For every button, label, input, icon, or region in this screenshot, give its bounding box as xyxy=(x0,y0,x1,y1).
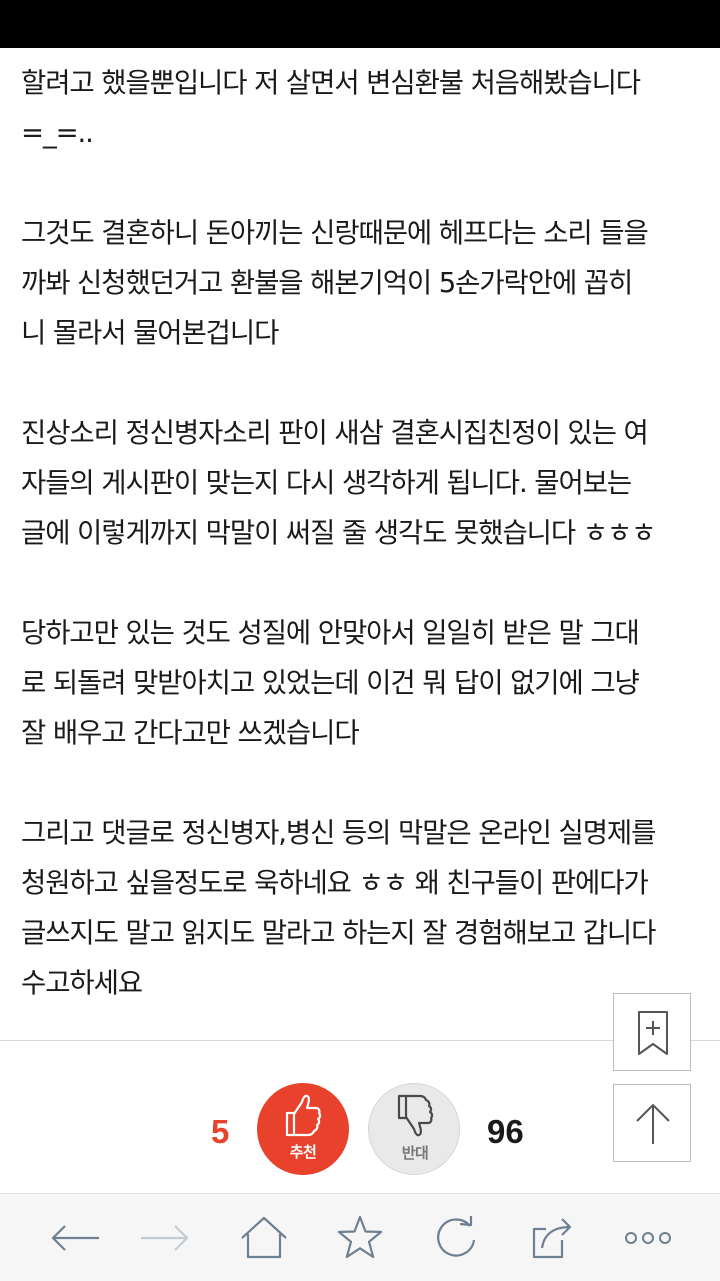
text-line: =_=.. xyxy=(21,117,94,149)
home-button[interactable] xyxy=(234,1214,294,1262)
text-line: 글에 이렇게까지 막말이 써질 줄 생각도 못했습니다 ㅎㅎㅎ xyxy=(21,517,656,549)
oppose-button[interactable]: 반대 xyxy=(368,1083,460,1175)
more-button[interactable] xyxy=(618,1214,678,1262)
text-line: 당하고만 있는 것도 성질에 안맞아서 일일히 받은 말 그대 xyxy=(21,617,640,649)
home-icon xyxy=(241,1216,287,1259)
text-line: 잘 배우고 간다고만 쓰겠습니다 xyxy=(21,717,360,749)
text-line: 까봐 신청했던거고 환불을 해본기억이 5손가락안에 꼽히 xyxy=(21,267,633,299)
paragraph: 당하고만 있는 것도 성질에 안맞아서 일일히 받은 말 그대 로 되돌려 맞받… xyxy=(21,608,711,758)
share-button[interactable] xyxy=(522,1214,582,1262)
refresh-button[interactable] xyxy=(426,1214,486,1262)
browser-toolbar xyxy=(0,1193,720,1281)
bookmark-plus-icon xyxy=(638,1011,668,1055)
text-line: 자들의 게시판이 맞는지 다시 생각하게 됩니다. 물어보는 xyxy=(21,467,632,499)
scroll-top-button[interactable] xyxy=(613,1084,691,1162)
text-line: 진상소리 정신병자소리 판이 새삼 결혼시집친정이 있는 여 xyxy=(21,417,649,449)
text-line: 수고하세요 xyxy=(21,967,143,999)
text-line: 그것도 결혼하니 돈아끼는 신랑때문에 헤프다는 소리 들을 xyxy=(21,217,649,249)
status-bar xyxy=(0,0,720,48)
article-body: 할려고 했을뿐입니다 저 살면서 변심환불 처음해봤습니다 =_=.. 그것도 … xyxy=(21,58,711,1008)
text-line: 로 되돌려 맞받아치고 있었는데 이건 뭐 답이 없기에 그냥 xyxy=(21,667,640,699)
text-line: 니 몰라서 물어본겁니다 xyxy=(21,317,279,349)
paragraph: 그것도 결혼하니 돈아끼는 신랑때문에 헤프다는 소리 들을 까봐 신청했던거고… xyxy=(21,208,711,358)
recommend-label: 추천 xyxy=(289,1143,317,1161)
thumbs-down-icon xyxy=(397,1094,434,1137)
favorite-button[interactable] xyxy=(330,1214,390,1262)
forward-button[interactable] xyxy=(134,1214,194,1262)
oppose-count: 96 xyxy=(487,1113,524,1150)
text-line: 할려고 했을뿐입니다 저 살면서 변심환불 처음해봤습니다 xyxy=(21,67,641,99)
text-line: 그리고 댓글로 정신병자,병신 등의 막말은 온라인 실명제를 xyxy=(21,817,656,849)
back-button[interactable] xyxy=(46,1214,106,1262)
thumbs-up-icon xyxy=(285,1094,322,1137)
recommend-button[interactable]: 추천 xyxy=(257,1083,349,1175)
share-icon xyxy=(532,1218,572,1259)
refresh-icon xyxy=(437,1216,476,1257)
text-line: 청원하고 싶을정도로 욱하네요 ㅎㅎ 왜 친구들이 판에다가 xyxy=(21,867,649,899)
text-line: 글쓰지도 말고 읽지도 말라고 하는지 잘 경험해보고 갑니다 xyxy=(21,917,656,949)
more-icon xyxy=(625,1232,671,1244)
star-icon xyxy=(337,1215,383,1259)
paragraph: 진상소리 정신병자소리 판이 새삼 결혼시집친정이 있는 여 자들의 게시판이 … xyxy=(21,408,711,558)
arrow-right-icon xyxy=(141,1225,189,1251)
arrow-up-icon xyxy=(636,1103,670,1144)
paragraph: 할려고 했을뿐입니다 저 살면서 변심환불 처음해봤습니다 =_=.. xyxy=(21,58,711,158)
divider xyxy=(0,1040,720,1041)
oppose-label: 반대 xyxy=(401,1144,429,1162)
bookmark-button[interactable] xyxy=(613,993,691,1071)
paragraph: 그리고 댓글로 정신병자,병신 등의 막말은 온라인 실명제를 청원하고 싶을정… xyxy=(21,808,711,1008)
recommend-count: 5 xyxy=(211,1113,230,1150)
arrow-left-icon xyxy=(51,1225,99,1251)
